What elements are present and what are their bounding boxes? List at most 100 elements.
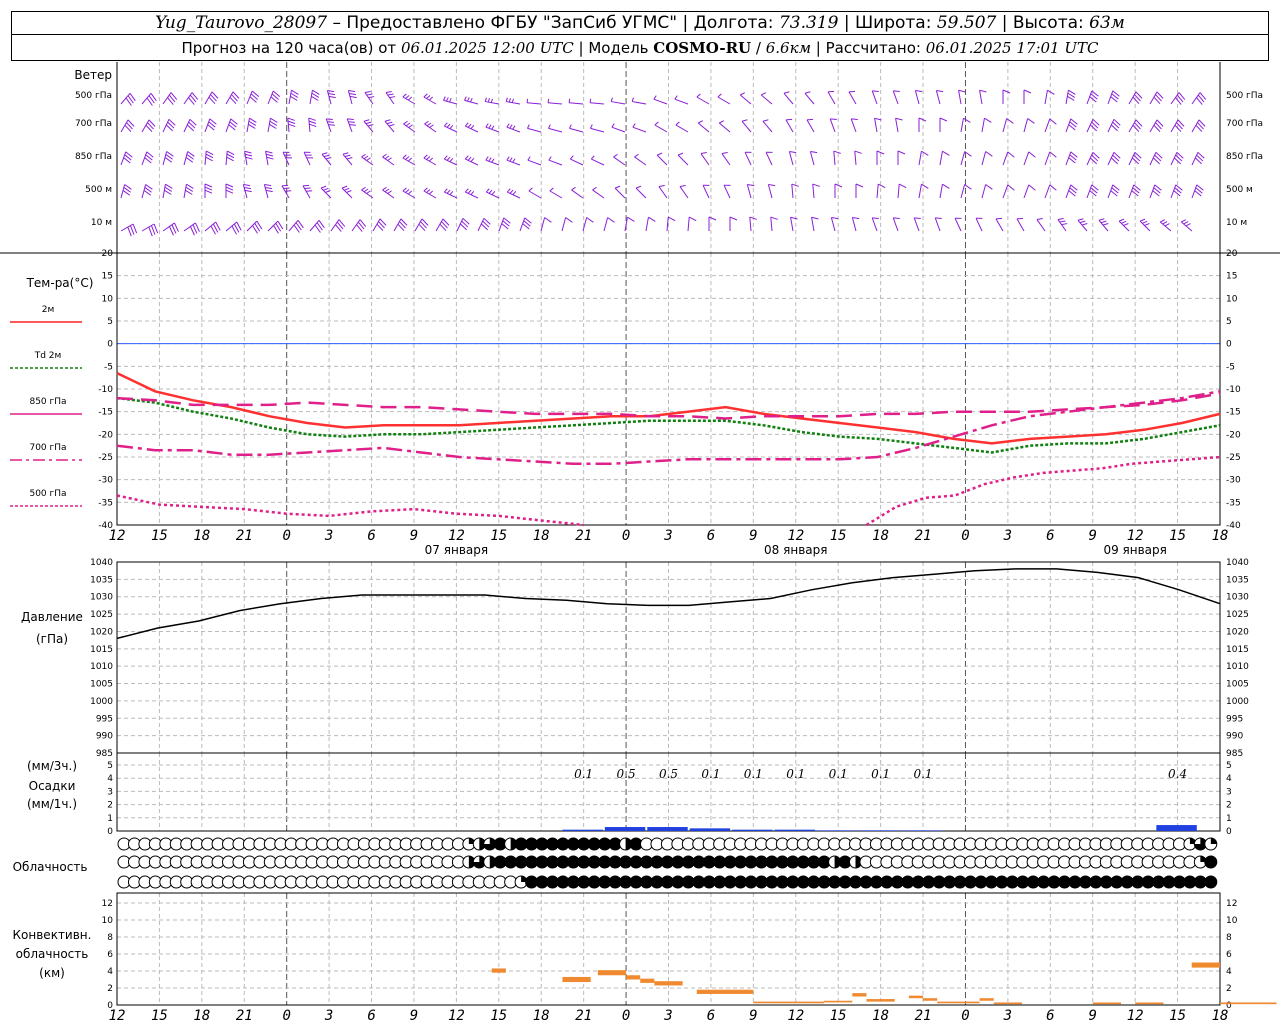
wind-barb-feather [491, 125, 495, 130]
wind-barb [979, 90, 983, 105]
wind-barb-feather [204, 186, 213, 191]
precip-amount-label: 0.5 [617, 767, 636, 781]
x-tick-label: 15 [151, 1008, 168, 1024]
wind-barb-feather [512, 125, 516, 130]
cloud-symbol [1204, 855, 1218, 869]
wind-barb [687, 217, 690, 232]
wind-barb-feather [958, 89, 966, 93]
wind-barb-feather [1160, 219, 1166, 223]
wind-barb-feather [1121, 220, 1127, 224]
precip-amount-label: 0.1 [871, 767, 890, 781]
wind-barb [914, 90, 920, 105]
wind-barb-feather [785, 118, 793, 121]
temp-tick-right: 5 [1226, 317, 1232, 327]
conv-title-2: облачность [16, 947, 89, 961]
wind-barb-feather [469, 97, 473, 103]
wind-barb [486, 191, 500, 199]
wind-barb [645, 217, 649, 232]
wind-barb [981, 118, 985, 133]
wind-barb [424, 123, 437, 133]
wind-barb-feather [320, 185, 327, 189]
pressure-tick-left: 1015 [90, 645, 113, 655]
conv-tick-left: 6 [107, 950, 113, 960]
wind-barb-feather [349, 124, 356, 126]
wind-barb-feather [265, 150, 273, 154]
wind-barb-feather [464, 96, 467, 101]
pressure-tick-left: 1010 [90, 662, 113, 672]
x-tick-label: 0 [282, 528, 290, 544]
wind-barb [244, 151, 248, 166]
wind-barb-feather [656, 152, 663, 156]
wind-barb-feather [485, 156, 489, 161]
wind-barb-feather [509, 189, 514, 194]
wind-barb-feather [287, 120, 296, 124]
wind-barb [204, 91, 213, 105]
wind-barb-feather [402, 187, 407, 192]
wind-barb [225, 221, 238, 232]
wind-barb-feather [985, 151, 993, 157]
temp-tick-right: 15 [1226, 272, 1237, 282]
wind-barb [658, 186, 668, 199]
wind-barb-feather [306, 190, 313, 192]
x-tick-label: 15 [830, 528, 847, 544]
conv-cloud-bar [852, 993, 867, 997]
wind-barb [1044, 151, 1051, 166]
wind-barb-feather [488, 157, 492, 162]
wind-barb-feather [325, 190, 331, 193]
wind-barb-feather [1079, 220, 1086, 224]
wind-barb-feather [811, 216, 819, 220]
wind-barb [760, 94, 773, 105]
wind-barb [1044, 118, 1051, 133]
wind-barb-feather [485, 188, 490, 193]
wind-barb-feather [700, 152, 707, 155]
wind-barb-feather [402, 93, 407, 98]
wind-barb [435, 218, 444, 232]
wind-barb [528, 190, 542, 199]
wind-barb [282, 152, 290, 166]
wind-barb-feather [443, 155, 448, 160]
wind-barb-feather [129, 225, 135, 235]
wind-barb-feather [508, 98, 511, 103]
wind-barb [287, 118, 290, 133]
conv-cloud-bar [640, 978, 655, 983]
conv-tick-left: 12 [102, 899, 113, 909]
wind-barb [892, 90, 899, 105]
cloud-symbol [1204, 875, 1218, 889]
x-tick-label: 21 [575, 528, 592, 544]
wind-barb-feather [770, 216, 778, 220]
wind-barb [675, 124, 689, 133]
wind-barb-feather [761, 92, 767, 96]
precip-amount-label: 0.1 [574, 767, 593, 781]
conv-cloud-bar [993, 1002, 1023, 1005]
wind-barb-feather [205, 150, 214, 156]
conv-cloud-bar [937, 1001, 980, 1004]
wind-barb [1044, 90, 1048, 105]
wind-barb [1107, 152, 1115, 166]
wind-barb-feather [509, 157, 513, 162]
conv-cloud-bar [753, 1001, 825, 1004]
precip-tick-right: 3 [1226, 787, 1232, 797]
pressure-tick-right: 995 [1226, 714, 1243, 724]
wind-barb [767, 184, 773, 199]
wind-barb-feather [614, 185, 621, 189]
wind-level-right: 10 м [1226, 218, 1247, 228]
wind-barb [613, 156, 626, 166]
precip-tick-left: 0 [107, 827, 113, 837]
wind-barb [393, 218, 402, 232]
precip-tick-left: 2 [107, 801, 113, 811]
precip-tick-left: 1 [107, 814, 113, 824]
wind-barb [666, 217, 669, 232]
wind-barb-feather [984, 117, 992, 123]
wind-barb-feather [527, 124, 530, 129]
x-tick-label: 6 [367, 528, 375, 544]
wind-barb-feather [349, 92, 357, 96]
cloud-title: Облачность [13, 860, 88, 874]
wind-barb-feather [979, 89, 987, 93]
wind-barb-feather [627, 216, 635, 222]
wind-barb [403, 123, 416, 133]
wind-barb-feather [804, 91, 811, 94]
wind-barb-feather [204, 189, 213, 194]
wind-barb [806, 119, 815, 133]
wind-barb-feather [423, 187, 428, 192]
temp-tick-left: -35 [98, 498, 113, 508]
